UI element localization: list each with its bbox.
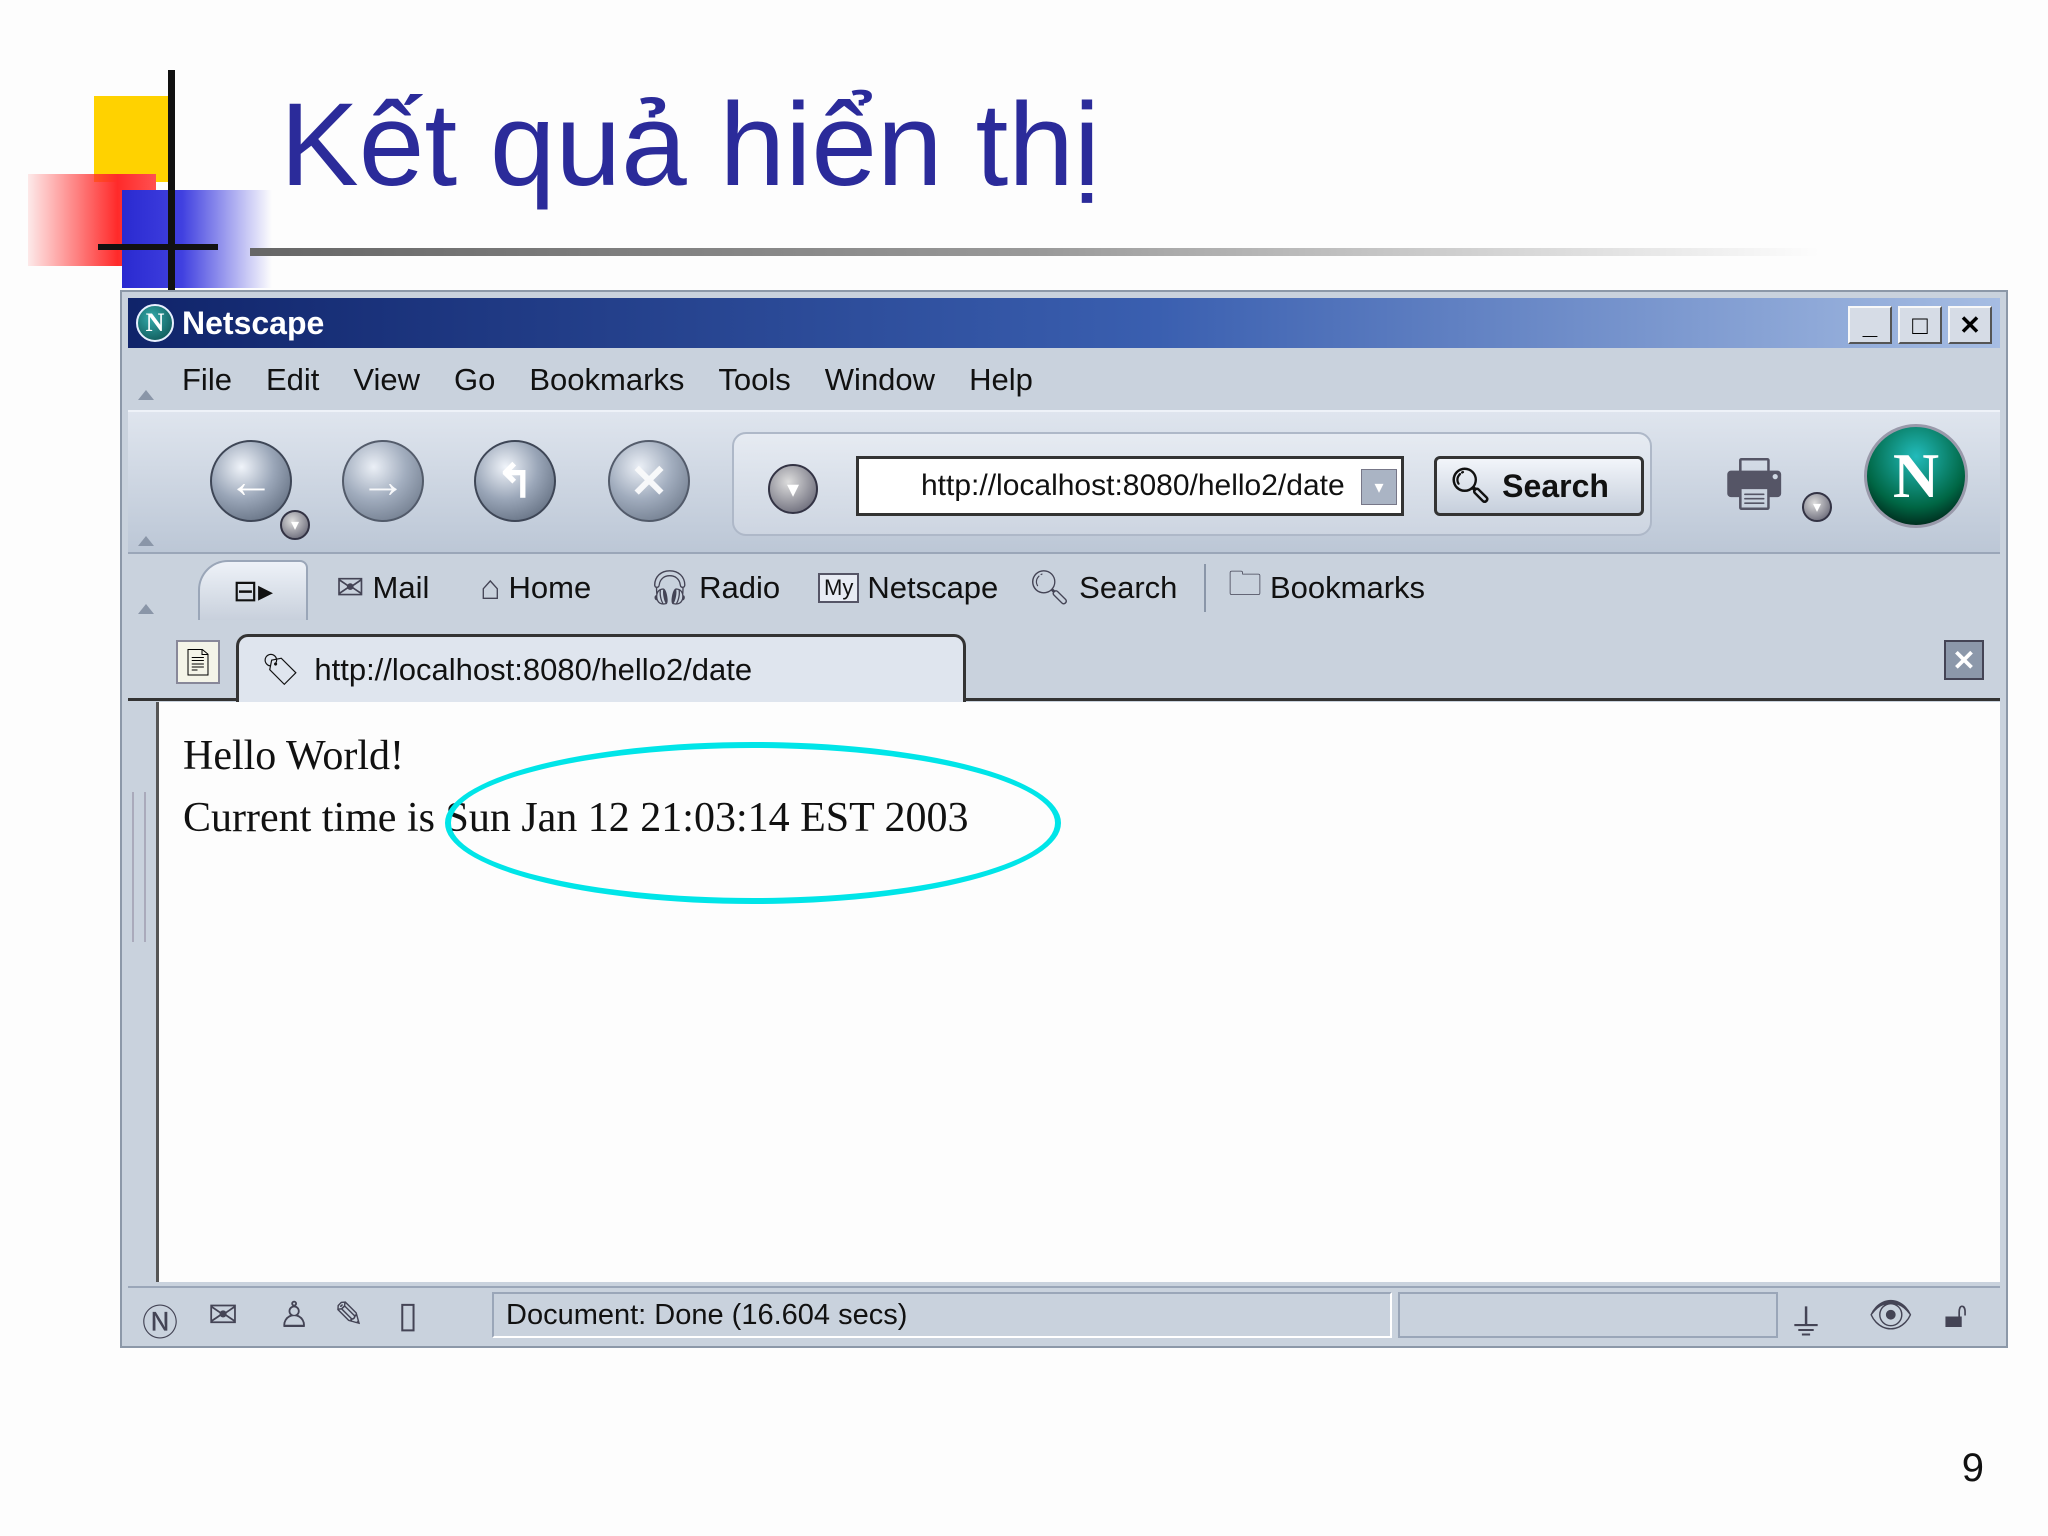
- status-text-panel: Document: Done (16.604 secs): [492, 1292, 1392, 1338]
- title-bar: N Netscape _ □ ✕: [128, 298, 2000, 348]
- online-plug-icon[interactable]: ⏚: [1788, 1294, 1824, 1346]
- new-tab-button[interactable]: 📄︎: [176, 640, 220, 684]
- menu-file[interactable]: File: [182, 362, 232, 398]
- home-link[interactable]: ⌂ Home: [480, 562, 591, 614]
- window-controls: _ □ ✕: [1848, 306, 1992, 344]
- stop-icon: ✕: [629, 455, 669, 507]
- personal-toolbar-grip[interactable]: [136, 554, 154, 620]
- status-bar: Ⓝ ✉ ♙ ✎ ▯ Document: Done (16.604 secs) ⏚…: [128, 1286, 2000, 1344]
- headphones-icon: 🎧︎: [648, 569, 692, 607]
- back-history-dropdown[interactable]: ▾: [280, 510, 310, 540]
- address-book-icon[interactable]: ▯: [398, 1294, 418, 1336]
- url-input[interactable]: http://localhost:8080/hello2/date ▾: [856, 456, 1404, 516]
- tab-active[interactable]: 🏷︎ http://localhost:8080/hello2/date: [236, 634, 966, 702]
- forward-arrow-icon: →: [360, 455, 406, 507]
- maximize-button[interactable]: □: [1898, 306, 1942, 344]
- bookmarks-label: Bookmarks: [1270, 570, 1426, 605]
- forward-button[interactable]: →: [342, 440, 424, 522]
- tab-bar: 📄︎ 🏷︎ http://localhost:8080/hello2/date …: [128, 628, 2000, 702]
- composer-icon[interactable]: ✎: [334, 1294, 364, 1336]
- search-label: Search: [1079, 570, 1178, 605]
- decor-vertical-line: [168, 70, 175, 290]
- menu-tools[interactable]: Tools: [718, 362, 790, 398]
- magnifier-icon: 🔍︎: [1449, 467, 1493, 505]
- folder-icon: 🗀: [1228, 564, 1262, 603]
- reload-button[interactable]: ↰: [474, 440, 556, 522]
- bookmarks-link[interactable]: 🗀 Bookmarks: [1228, 562, 1425, 614]
- menu-bar: File Edit View Go Bookmarks Tools Window…: [128, 354, 2000, 406]
- decor-yellow-square: [94, 96, 174, 182]
- house-icon: ⌂: [480, 568, 501, 607]
- close-tab-button[interactable]: ✕: [1944, 640, 1984, 680]
- reload-icon: ↰: [495, 455, 535, 507]
- mail-status-icon[interactable]: ✉: [208, 1294, 238, 1336]
- tab-label: http://localhost:8080/hello2/date: [314, 651, 753, 687]
- menu-edit[interactable]: Edit: [266, 362, 319, 398]
- progress-panel: [1398, 1292, 1778, 1338]
- back-button[interactable]: ←: [210, 440, 292, 522]
- mail-link[interactable]: ✉ Mail: [336, 562, 429, 614]
- decor-blue-block: [122, 190, 272, 288]
- slide-title: Kết quả hiển thị: [280, 79, 1101, 211]
- personal-toolbar: ⊟▸ ✉ Mail ⌂ Home 🎧︎ Radio My Netscape 🔍︎…: [128, 554, 2000, 620]
- netscape-status-icon[interactable]: Ⓝ: [142, 1294, 178, 1346]
- cookie-eye-icon[interactable]: 👁︎: [1868, 1294, 1914, 1336]
- instant-messenger-icon[interactable]: ♙: [278, 1294, 310, 1336]
- search-button-label: Search: [1502, 467, 1609, 504]
- menu-help[interactable]: Help: [969, 362, 1033, 398]
- decor-horizontal-line: [98, 244, 218, 250]
- toolbar-separator: [1204, 564, 1206, 612]
- url-text: http://localhost:8080/hello2/date: [921, 469, 1345, 502]
- magnifier-icon: 🔍︎: [1028, 569, 1072, 607]
- my-netscape-badge: My: [818, 573, 860, 603]
- envelope-icon: ✉: [336, 569, 365, 607]
- my-netscape-link[interactable]: My Netscape: [818, 562, 998, 614]
- radio-link[interactable]: 🎧︎ Radio: [648, 562, 780, 614]
- print-icon[interactable]: 🖶: [1724, 438, 1784, 546]
- sidebar-splitter[interactable]: [132, 792, 146, 942]
- title-underline: [250, 248, 1820, 256]
- unlocked-padlock-icon[interactable]: 🔓︎: [1944, 1294, 1967, 1337]
- minimize-button[interactable]: _: [1848, 306, 1892, 344]
- netscape-logo-icon: N: [136, 304, 174, 342]
- mail-label: Mail: [372, 570, 430, 605]
- sidebar-icon: ⊟▸: [232, 574, 274, 608]
- search-link[interactable]: 🔍︎ Search: [1028, 562, 1177, 614]
- status-text: Document: Done (16.604 secs): [506, 1298, 908, 1331]
- radio-label: Radio: [699, 570, 781, 605]
- sidebar-toggle-button[interactable]: ⊟▸: [198, 560, 308, 620]
- print-dropdown[interactable]: ▾: [1802, 492, 1832, 522]
- navbar-grip[interactable]: [136, 412, 154, 552]
- menu-bookmarks[interactable]: Bookmarks: [529, 362, 684, 398]
- hello-world-text: Hello World!: [183, 733, 404, 779]
- menu-view[interactable]: View: [353, 362, 420, 398]
- home-label: Home: [508, 570, 592, 605]
- navigation-toolbar: ← ▾ → ↰ ✕ ▾ http://localhost:8080/hello2…: [128, 410, 2000, 554]
- page-content: Hello World! Current time is Sun Jan 12 …: [156, 702, 2000, 1282]
- slide-page-number: 9: [1961, 1446, 1984, 1490]
- window-title: Netscape: [182, 304, 325, 341]
- netscape-throbber-icon[interactable]: N: [1864, 424, 1968, 528]
- browser-window: N Netscape _ □ ✕ File Edit View Go Bookm…: [120, 290, 2008, 1348]
- highlight-ellipse: [445, 742, 1061, 904]
- back-arrow-icon: ←: [228, 455, 274, 507]
- netscape-label: Netscape: [867, 570, 999, 605]
- link-icon: 🏷︎: [261, 652, 301, 687]
- menu-window[interactable]: Window: [825, 362, 935, 398]
- close-button[interactable]: ✕: [1948, 306, 1992, 344]
- close-icon: ✕: [1952, 644, 1976, 676]
- url-history-dropdown[interactable]: ▾: [1361, 469, 1397, 505]
- stop-button[interactable]: ✕: [608, 440, 690, 522]
- search-button[interactable]: 🔍︎ Search: [1434, 456, 1644, 516]
- url-toolbar: ▾ http://localhost:8080/hello2/date ▾ 🔍︎…: [732, 432, 1652, 536]
- menu-go[interactable]: Go: [454, 362, 495, 398]
- new-tab-icon: 📄︎: [181, 646, 215, 677]
- go-dropdown[interactable]: ▾: [768, 464, 818, 514]
